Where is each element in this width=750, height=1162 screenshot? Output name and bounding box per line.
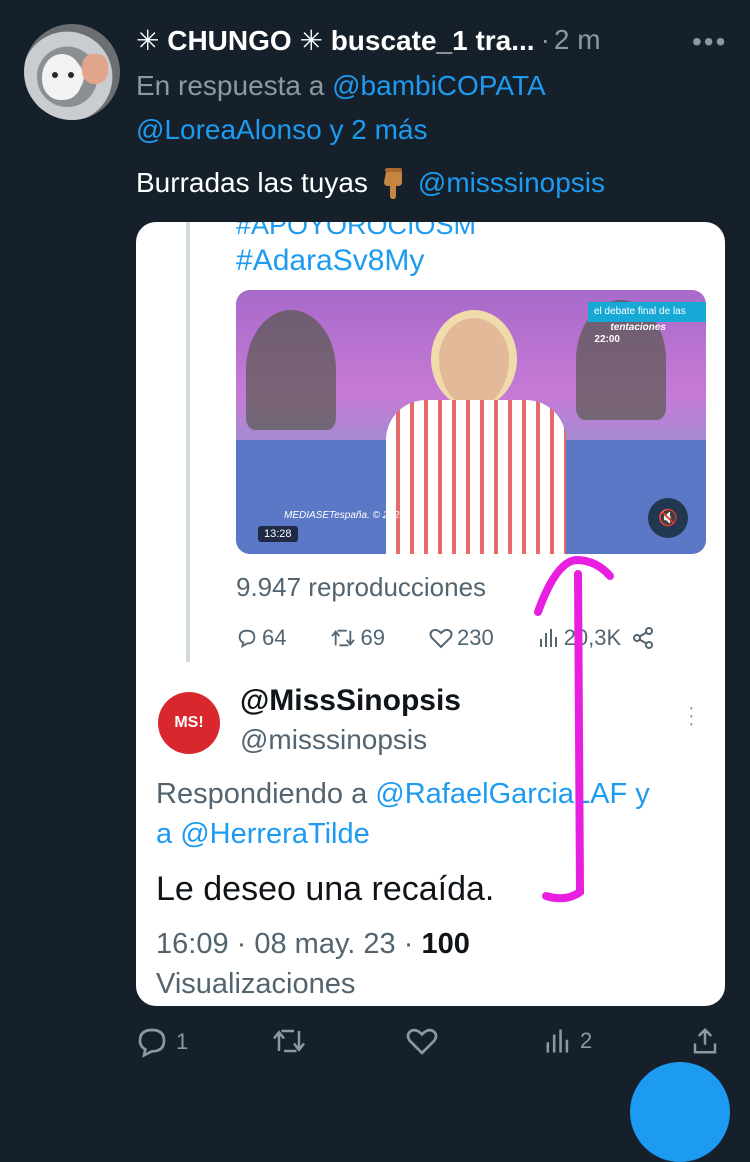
tweet-actions: 1 2 xyxy=(136,1026,726,1062)
reply-prefix: En respuesta a xyxy=(136,70,325,101)
quoted-views-label: Visualizaciones xyxy=(156,968,356,1000)
presenter xyxy=(386,310,566,554)
quoted-name: @MissSinopsis xyxy=(240,684,461,717)
quoted-reply-a: a xyxy=(156,818,173,850)
presenter-shirt xyxy=(386,400,566,554)
avatar-face xyxy=(42,54,82,100)
quoted-mention: @HerreraTilde xyxy=(180,818,370,850)
compose-button[interactable] xyxy=(630,1062,730,1162)
program-badge: el debate final de las xyxy=(588,302,706,322)
embedded-stats: 64 69 230 20,3K xyxy=(236,622,696,654)
embedded-likes-count: 230 xyxy=(456,625,494,650)
tweet-header: ✳ CHUNGO ✳ buscate_1 tra... · 2 m xyxy=(136,22,601,58)
reply-context: En respuesta a @bambiCOPATA xyxy=(136,70,546,102)
retweet-icon xyxy=(331,629,356,647)
reply-icon xyxy=(138,1028,166,1058)
reply-count: 1 xyxy=(176,1029,189,1054)
share-icon xyxy=(633,627,654,649)
share-icon xyxy=(693,1027,717,1054)
reply-button[interactable]: 1 xyxy=(136,1026,188,1058)
quoted-handle: @misssinopsis xyxy=(240,724,428,755)
video-duration: 13:28 xyxy=(258,526,298,542)
quoted-reply-context-line2: a @HerreraTilde xyxy=(156,818,370,851)
views-button[interactable]: 2 xyxy=(544,1026,592,1056)
tweet-text: Burradas las tuyas @misssinopsis xyxy=(136,166,605,200)
quoted-meta: 16:09 · 08 may. 23 · 100 xyxy=(156,928,470,961)
bar-chart-icon xyxy=(546,1029,569,1053)
quoted-avatar: MS! xyxy=(158,692,220,754)
badge-line2: tentaciones xyxy=(610,322,666,333)
reply-context-line2: @LoreaAlonso y 2 más xyxy=(136,114,427,146)
more-options-icon[interactable]: ••• xyxy=(692,26,727,58)
embedded-retweet-stat: 69 xyxy=(330,625,385,651)
badge-time: 22:00 xyxy=(594,334,620,345)
avatar-eye xyxy=(68,72,74,78)
quoted-views-count: 100 xyxy=(421,928,470,960)
share-button[interactable] xyxy=(690,1026,720,1056)
video-thumbnail: el debate final de las tentaciones 22:00… xyxy=(236,290,706,554)
video-watermark: MEDIASETespaña. © 2023 xyxy=(284,510,405,521)
views-count: 9.947 reproducciones xyxy=(236,572,487,602)
retweet-icon xyxy=(273,1029,305,1053)
display-name[interactable]: ✳ CHUNGO ✳ buscate_1 tra... xyxy=(136,24,535,57)
embedded-reply-stat: 64 xyxy=(236,625,286,651)
quoted-reply-prefix: Respondiendo a xyxy=(156,778,368,810)
annotation-arrow xyxy=(534,555,614,903)
thread-line xyxy=(186,222,190,662)
tweet-body: Burradas las tuyas xyxy=(136,167,368,198)
reply-icon xyxy=(238,629,256,649)
heart-icon xyxy=(406,1028,438,1055)
palm-decoration xyxy=(246,310,336,430)
quoted-reply-mid: y xyxy=(635,778,650,810)
quoted-text: Le deseo una recaída. xyxy=(156,870,495,908)
mention-link[interactable]: @LoreaAlonso xyxy=(136,114,322,145)
hashtag-partial: #APOYOROCIOSM xyxy=(236,222,477,240)
attached-image[interactable]: #APOYOROCIOSM #AdaraSv8My el debate fina… xyxy=(136,222,725,1006)
hashtag: #AdaraSv8My xyxy=(236,244,425,277)
embedded-like-stat: 230 xyxy=(429,625,494,651)
like-button[interactable] xyxy=(406,1026,446,1056)
retweet-button[interactable] xyxy=(272,1026,314,1056)
presenter-head xyxy=(431,310,517,408)
mute-icon: 🔇 xyxy=(648,498,688,538)
avatar-hand xyxy=(82,54,108,84)
time-separator: · xyxy=(540,24,550,55)
badge-line1: el debate final de las xyxy=(594,306,686,317)
mention-link[interactable]: @misssinopsis xyxy=(418,167,605,199)
avatar-eye xyxy=(52,72,58,78)
mention-link[interactable]: @bambiCOPATA xyxy=(332,70,546,101)
views-count: 2 xyxy=(580,1028,593,1053)
embedded-retweets-count: 69 xyxy=(360,625,385,650)
pointing-down-hand-icon xyxy=(383,168,402,199)
heart-icon xyxy=(429,628,453,649)
more-mentions-link[interactable]: y 2 más xyxy=(329,114,427,145)
tweet-time[interactable]: 2 m xyxy=(554,24,601,56)
quoted-time: 16:09 · 08 may. 23 · xyxy=(156,928,414,960)
avatar[interactable] xyxy=(24,24,120,120)
quoted-more-icon: · · · xyxy=(688,697,695,735)
embedded-replies-count: 64 xyxy=(262,625,287,650)
